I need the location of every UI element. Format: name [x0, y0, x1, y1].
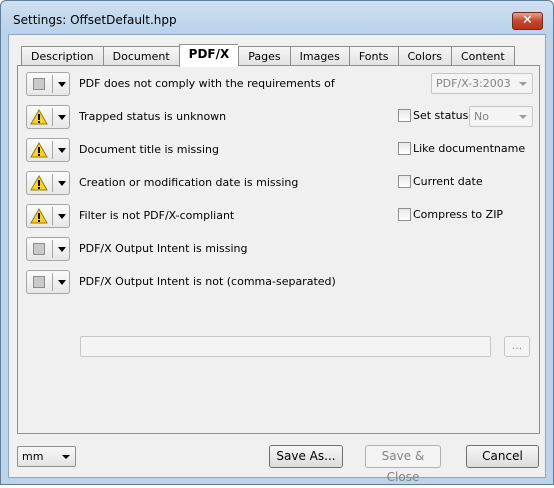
chevron-down-icon — [58, 115, 66, 120]
tab-pages[interactable]: Pages — [238, 46, 290, 66]
rule-row-date: Creation or modification date is missing… — [26, 171, 536, 195]
warning-icon — [30, 208, 48, 224]
tab-bar: Description Document PDF/X Pages Images … — [21, 44, 515, 67]
rule-row-pdfx-compliance: PDF does not comply with the requirement… — [26, 72, 536, 96]
save-as-button[interactable]: Save As... — [269, 445, 343, 468]
rule-label: Filter is not PDF/X-compliant — [79, 209, 235, 222]
status-dropdown-button[interactable] — [26, 237, 70, 261]
pdfx-panel: PDF does not comply with the requirement… — [17, 65, 540, 434]
status-value: No — [474, 110, 489, 123]
chevron-down-icon — [58, 148, 66, 153]
status-dropdown-button[interactable] — [26, 204, 70, 228]
status-dropdown-button[interactable] — [26, 171, 70, 195]
status-dropdown-button[interactable] — [26, 72, 70, 96]
warning-icon — [30, 109, 48, 125]
status-dropdown-button[interactable] — [26, 270, 70, 294]
pdfx-version-value: PDF/X-3:2003 — [436, 77, 511, 90]
set-status-checkbox[interactable] — [398, 109, 411, 122]
chevron-down-icon — [58, 82, 66, 87]
rule-label: Trapped status is unknown — [79, 110, 227, 123]
tab-images[interactable]: Images — [289, 46, 349, 66]
set-status-option[interactable]: Set status — [398, 109, 468, 122]
like-documentname-label: Like documentname — [413, 142, 526, 155]
gray-square-icon — [33, 243, 45, 255]
pdfx-version-select[interactable]: PDF/X-3:2003 — [431, 73, 533, 94]
set-status-label: Set status — [413, 109, 469, 122]
chevron-down-icon — [62, 455, 70, 459]
cancel-button[interactable]: Cancel — [466, 445, 539, 468]
rule-row-intent-missing: PDF/X Output Intent is missing — [26, 237, 536, 261]
tab-document[interactable]: Document — [102, 46, 179, 66]
chevron-down-icon — [519, 115, 527, 119]
close-icon: ✕ — [522, 13, 533, 28]
tab-description[interactable]: Description — [21, 46, 103, 66]
unit-value: mm — [22, 450, 44, 463]
current-date-checkbox[interactable] — [398, 175, 411, 188]
compress-zip-checkbox[interactable] — [398, 208, 411, 221]
status-dropdown-button[interactable] — [26, 105, 70, 129]
tab-pdfx[interactable]: PDF/X — [178, 44, 239, 67]
gray-square-icon — [33, 78, 45, 90]
warning-icon — [30, 175, 48, 191]
rule-row-trapped: Trapped status is unknown Set status No — [26, 105, 536, 129]
rule-label: PDF/X Output Intent is not (comma-separa… — [79, 275, 336, 288]
like-documentname-checkbox[interactable] — [398, 142, 411, 155]
rule-row-intent-not: PDF/X Output Intent is not (comma-separa… — [26, 270, 536, 294]
rule-row-title: Document title is missing Like documentn… — [26, 138, 536, 162]
title-bar[interactable]: Settings: OffsetDefault.hpp ✕ — [1, 1, 553, 33]
tab-colors[interactable]: Colors — [397, 46, 451, 66]
like-documentname-option[interactable]: Like documentname — [398, 142, 525, 155]
chevron-down-icon — [58, 214, 66, 219]
status-value-select[interactable]: No — [469, 106, 533, 127]
rule-label: Document title is missing — [79, 143, 220, 156]
rule-row-filter: Filter is not PDF/X-compliant Compress t… — [26, 204, 536, 228]
rule-label: Creation or modification date is missing — [79, 176, 299, 189]
save-close-button[interactable]: Save & Close — [365, 445, 441, 484]
tab-fonts[interactable]: Fonts — [348, 46, 398, 66]
rule-label: PDF/X Output Intent is missing — [79, 242, 248, 255]
unit-select[interactable]: mm — [17, 446, 76, 467]
compress-zip-label: Compress to ZIP — [413, 208, 504, 221]
settings-window: Settings: OffsetDefault.hpp ✕ Descriptio… — [0, 0, 554, 485]
close-button[interactable]: ✕ — [512, 12, 543, 30]
warning-icon — [30, 142, 48, 158]
chevron-down-icon — [519, 82, 527, 86]
current-date-label: Current date — [413, 175, 483, 188]
chevron-down-icon — [58, 247, 66, 252]
chevron-down-icon — [58, 280, 66, 285]
browse-button[interactable]: ... — [504, 336, 530, 357]
chevron-down-icon — [58, 181, 66, 186]
status-dropdown-button[interactable] — [26, 138, 70, 162]
compress-zip-option[interactable]: Compress to ZIP — [398, 208, 503, 221]
output-intent-input[interactable] — [80, 336, 491, 357]
current-date-option[interactable]: Current date — [398, 175, 483, 188]
rule-label: PDF does not comply with the requirement… — [79, 77, 335, 90]
window-title: Settings: OffsetDefault.hpp — [13, 13, 177, 27]
dialog-client-area: Description Document PDF/X Pages Images … — [8, 34, 546, 484]
gray-square-icon — [33, 276, 45, 288]
tab-content[interactable]: Content — [450, 46, 515, 66]
